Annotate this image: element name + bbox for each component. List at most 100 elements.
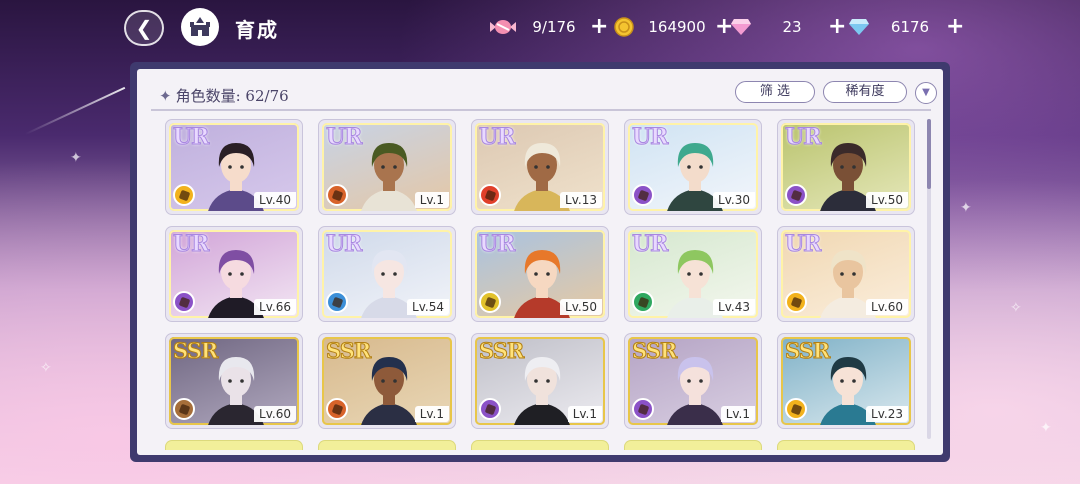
blue-gem-add-button[interactable]: + (946, 16, 964, 38)
character-panel-inner: ✦ 角色数量: 62/76 筛 选 稀有度 ▼ UR Lv.40 UR Lv.1 UR Lv… (137, 69, 943, 455)
rarity-badge: SSR (478, 338, 524, 364)
character-silhouette (361, 143, 417, 211)
attribute-icon (173, 291, 195, 313)
attribute-glyph (790, 403, 802, 415)
character-card[interactable]: UR Lv.50 (471, 226, 609, 322)
rarity-badge: UR (784, 124, 821, 151)
character-portrait: UR Lv.40 (169, 123, 299, 211)
character-panel: ✦ 角色数量: 62/76 筛 选 稀有度 ▼ UR Lv.40 UR Lv.1 UR Lv… (130, 62, 950, 462)
attribute-glyph (484, 296, 496, 308)
coin-value: 164900 (648, 18, 706, 36)
character-card[interactable]: UR Lv.40 (165, 119, 303, 215)
character-card-partial[interactable] (471, 440, 609, 450)
character-card[interactable]: UR Lv.54 (318, 226, 456, 322)
shooting-star-streak (24, 86, 126, 136)
rarity-badge: UR (172, 231, 209, 258)
attribute-icon (632, 398, 654, 420)
rarity-badge: UR (478, 124, 515, 151)
attribute-icon (326, 184, 348, 206)
attribute-glyph (637, 296, 649, 308)
attribute-glyph (790, 296, 802, 308)
pink-gem-counter: 23 + (728, 14, 846, 40)
home-button[interactable] (181, 8, 219, 46)
character-card-partial[interactable] (318, 440, 456, 450)
rarity-badge: UR (631, 124, 668, 151)
level-label: Lv.54 (407, 299, 449, 315)
divider (151, 109, 931, 111)
attribute-glyph (637, 189, 649, 201)
character-card-partial[interactable] (624, 440, 762, 450)
rarity-badge: UR (325, 124, 362, 151)
character-card[interactable]: UR Lv.1 (318, 119, 456, 215)
character-card[interactable]: UR Lv.43 (624, 226, 762, 322)
candy-add-button[interactable]: + (590, 16, 608, 38)
level-label: Lv.13 (560, 192, 602, 208)
level-label: Lv.66 (254, 299, 296, 315)
candy-value: 9/176 (532, 18, 576, 36)
attribute-glyph (178, 403, 190, 415)
character-card[interactable]: SSR Lv.60 (165, 333, 303, 429)
rarity-badge: UR (784, 231, 821, 258)
candy-counter: 9/176 + (490, 14, 608, 40)
character-card[interactable]: SSR Lv.23 (777, 333, 915, 429)
back-button[interactable]: ❮ (124, 10, 164, 46)
pink-gem-add-button[interactable]: + (828, 16, 846, 38)
attribute-icon (785, 398, 807, 420)
attribute-icon (173, 184, 195, 206)
castle-icon (190, 17, 210, 36)
character-card[interactable]: UR Lv.50 (777, 119, 915, 215)
rarity-badge: SSR (325, 338, 371, 364)
level-label: Lv.1 (720, 406, 755, 422)
attribute-icon (326, 398, 348, 420)
back-arrow-icon: ❮ (135, 16, 153, 40)
level-label: Lv.43 (713, 299, 755, 315)
attribute-glyph (331, 189, 343, 201)
attribute-icon (479, 398, 501, 420)
scrollbar[interactable] (927, 119, 931, 439)
coin-icon (611, 16, 637, 38)
character-card-partial[interactable] (165, 440, 303, 450)
level-label: Lv.50 (560, 299, 602, 315)
character-card[interactable]: SSR Lv.1 (318, 333, 456, 429)
scrollbar-thumb[interactable] (927, 119, 931, 189)
rarity-badge: SSR (631, 338, 677, 364)
character-card[interactable]: UR Lv.60 (777, 226, 915, 322)
character-card[interactable]: SSR Lv.1 (471, 333, 609, 429)
level-label: Lv.1 (414, 406, 449, 422)
character-portrait: SSR Lv.1 (322, 337, 452, 425)
character-card-partial[interactable] (777, 440, 915, 450)
blue-gem-counter: 6176 + (846, 14, 964, 40)
level-label: Lv.60 (866, 299, 908, 315)
character-card[interactable]: SSR Lv.1 (624, 333, 762, 429)
rarity-badge: SSR (784, 338, 830, 364)
blue-diamond-icon (846, 16, 872, 38)
attribute-icon (785, 291, 807, 313)
character-portrait: UR Lv.54 (322, 230, 452, 318)
blue-gem-value: 6176 (890, 18, 930, 36)
level-label: Lv.40 (254, 192, 296, 208)
attribute-icon (173, 398, 195, 420)
character-portrait: SSR Lv.60 (169, 337, 299, 425)
character-card[interactable]: UR Lv.30 (624, 119, 762, 215)
character-portrait: UR Lv.50 (781, 123, 911, 211)
attribute-glyph (178, 296, 190, 308)
character-card[interactable]: UR Lv.13 (471, 119, 609, 215)
character-count-value: 62/76 (245, 87, 289, 105)
sort-rarity-button[interactable]: 稀有度 (823, 81, 907, 103)
attribute-icon (326, 291, 348, 313)
sort-order-toggle[interactable]: ▼ (915, 82, 937, 104)
character-portrait: SSR Lv.23 (781, 337, 911, 425)
character-card[interactable]: UR Lv.66 (165, 226, 303, 322)
character-portrait: SSR Lv.1 (628, 337, 758, 425)
attribute-icon (479, 184, 501, 206)
filter-button[interactable]: 筛 选 (735, 81, 815, 103)
level-label: Lv.1 (567, 406, 602, 422)
chevron-down-icon: ▼ (922, 87, 930, 98)
rarity-badge: UR (172, 124, 209, 151)
character-portrait: UR Lv.66 (169, 230, 299, 318)
character-portrait: UR Lv.30 (628, 123, 758, 211)
character-portrait: UR Lv.50 (475, 230, 605, 318)
level-label: Lv.50 (866, 192, 908, 208)
pink-gem-value: 23 (782, 18, 802, 36)
level-label: Lv.23 (866, 406, 908, 422)
